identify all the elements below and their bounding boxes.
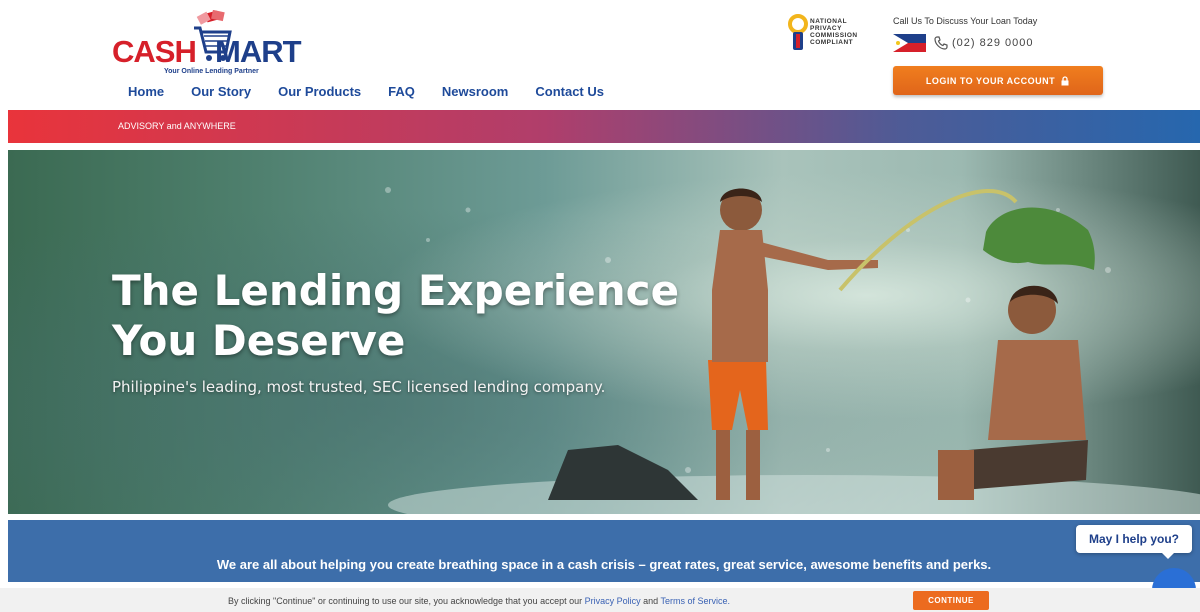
npc-label: NATIONAL PRIVACY COMMISSION COMPLIANT (810, 18, 858, 46)
chat-prompt-bubble[interactable]: May I help you? (1076, 525, 1192, 559)
site-header: CASH MART Your Online Lending Partner Ho… (0, 0, 1200, 110)
cookie-consent-text: By clicking "Continue" or continuing to … (228, 596, 731, 606)
logo-mart-text: MART (215, 34, 302, 69)
privacy-policy-link[interactable]: Privacy Policy (585, 596, 641, 606)
standing-boy (708, 188, 878, 500)
value-proposition-text: We are all about helping you create brea… (216, 557, 992, 572)
nav-newsroom[interactable]: Newsroom (442, 84, 508, 99)
logo-cash-text: CASH (112, 34, 197, 69)
logo-tagline: Your Online Lending Partner (164, 68, 259, 75)
leaf-umbrella (983, 207, 1095, 270)
value-proposition-bar: We are all about helping you create brea… (8, 520, 1200, 582)
contact-label: Call Us To Discuss Your Loan Today (893, 16, 1038, 26)
hero-title: The Lending Experience You Deserve (112, 266, 680, 365)
contact-block: Call Us To Discuss Your Loan Today (02) … (893, 16, 1037, 52)
sitting-boy (938, 285, 1088, 500)
cashmart-logo[interactable]: CASH MART Your Online Lending Partner (112, 10, 322, 80)
advisory-text: ADVISORY and ANYWHERE (118, 121, 236, 131)
phone-icon (934, 36, 948, 50)
logo-wordmark: CASH MART (112, 34, 302, 70)
lock-icon (1061, 75, 1069, 85)
nav-our-products[interactable]: Our Products (278, 84, 361, 99)
npc-seal-icon (788, 14, 808, 50)
phone-number[interactable]: (02) 829 0000 (952, 37, 1034, 49)
nav-home[interactable]: Home (128, 84, 164, 99)
npc-compliance-badge: NATIONAL PRIVACY COMMISSION COMPLIANT (788, 14, 878, 54)
nav-faq[interactable]: FAQ (388, 84, 415, 99)
philippine-flag-icon (893, 34, 926, 52)
cookie-continue-button[interactable]: CONTINUE (913, 591, 989, 610)
cookie-consent-bar: By clicking "Continue" or continuing to … (0, 588, 1200, 612)
main-nav: Home Our Story Our Products FAQ Newsroom… (128, 84, 631, 99)
nav-our-story[interactable]: Our Story (191, 84, 251, 99)
hero-subtitle: Philippine's leading, most trusted, SEC … (112, 378, 606, 396)
hero-banner: The Lending Experience You Deserve Phili… (8, 150, 1200, 514)
nav-contact-us[interactable]: Contact Us (535, 84, 604, 99)
terms-of-service-link[interactable]: Terms of Service. (661, 596, 731, 606)
advisory-ticker[interactable]: ADVISORY and ANYWHERE (8, 110, 1200, 143)
contact-row: (02) 829 0000 (893, 34, 1037, 52)
login-button[interactable]: LOGIN TO YOUR ACCOUNT (893, 66, 1103, 95)
